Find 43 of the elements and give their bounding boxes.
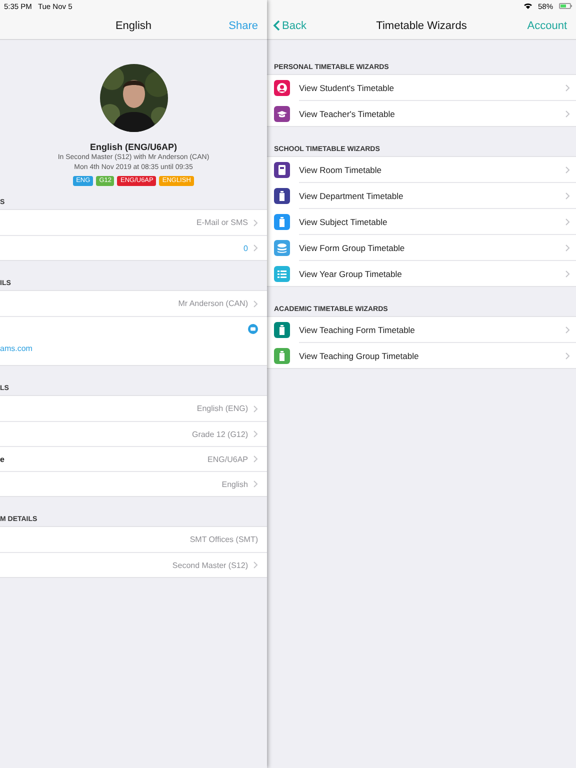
- wizard-row[interactable]: View Subject Timetable: [267, 209, 576, 234]
- nav-title: English: [115, 20, 152, 32]
- wizard-row[interactable]: View Department Timetable: [267, 183, 576, 208]
- wizard-row[interactable]: View Teaching Form Timetable: [267, 317, 576, 342]
- nav-title: Timetable Wizards: [376, 20, 467, 32]
- chevron-icon: [565, 166, 570, 174]
- wizard-label: View Teacher's Timetable: [299, 108, 395, 118]
- wizard-row[interactable]: View Room Timetable: [267, 157, 576, 182]
- wizard-label: View Year Group Timetable: [299, 268, 402, 278]
- battery-icon: [559, 3, 572, 9]
- row-value: English (ENG): [196, 404, 248, 413]
- row-value: Mr Anderson (CAN): [178, 299, 248, 308]
- chevron-icon: [565, 270, 570, 278]
- back-chevron-icon: [273, 20, 280, 31]
- chevron-icon: [565, 218, 570, 226]
- chevron-icon: [565, 244, 570, 252]
- row-value: E-Mail or SMS: [196, 218, 248, 227]
- wizard-label: View Teaching Group Timetable: [299, 350, 419, 360]
- wizard-label: View Department Timetable: [299, 190, 404, 200]
- chevron-icon: [565, 110, 570, 118]
- wizard-row[interactable]: View Student's Timetable: [267, 75, 576, 100]
- chevron-icon: [565, 84, 570, 92]
- wizard-row[interactable]: View Form Group Timetable: [267, 235, 576, 260]
- wizard-row[interactable]: View Teacher's Timetable: [267, 101, 576, 126]
- wizard-label: View Subject Timetable: [299, 216, 388, 226]
- row-value: English: [222, 480, 248, 488]
- chevron-icon: [565, 352, 570, 360]
- lesson-title: English (ENG/U6AP): [90, 142, 177, 152]
- wizard-label: View Student's Timetable: [299, 82, 394, 92]
- chevron-icon: [565, 326, 570, 334]
- row-value: Second Master (S12): [172, 560, 248, 570]
- wizard-row[interactable]: View Year Group Timetable: [267, 261, 576, 286]
- wizard-label: View Teaching Form Timetable: [299, 324, 415, 334]
- chevron-icon: [565, 192, 570, 200]
- row-value: ENG/U6AP: [208, 454, 248, 464]
- row-value: SMT Offices (SMT): [190, 535, 258, 544]
- row-value: Grade 12 (G12): [192, 430, 248, 438]
- wizard-label: View Room Timetable: [299, 164, 382, 174]
- wizard-row[interactable]: View Teaching Group Timetable: [267, 343, 576, 368]
- message-icon[interactable]: [248, 324, 258, 334]
- wizard-label: View Form Group Timetable: [299, 242, 405, 252]
- row-label: e: [0, 454, 4, 464]
- wifi-icon: [524, 3, 532, 9]
